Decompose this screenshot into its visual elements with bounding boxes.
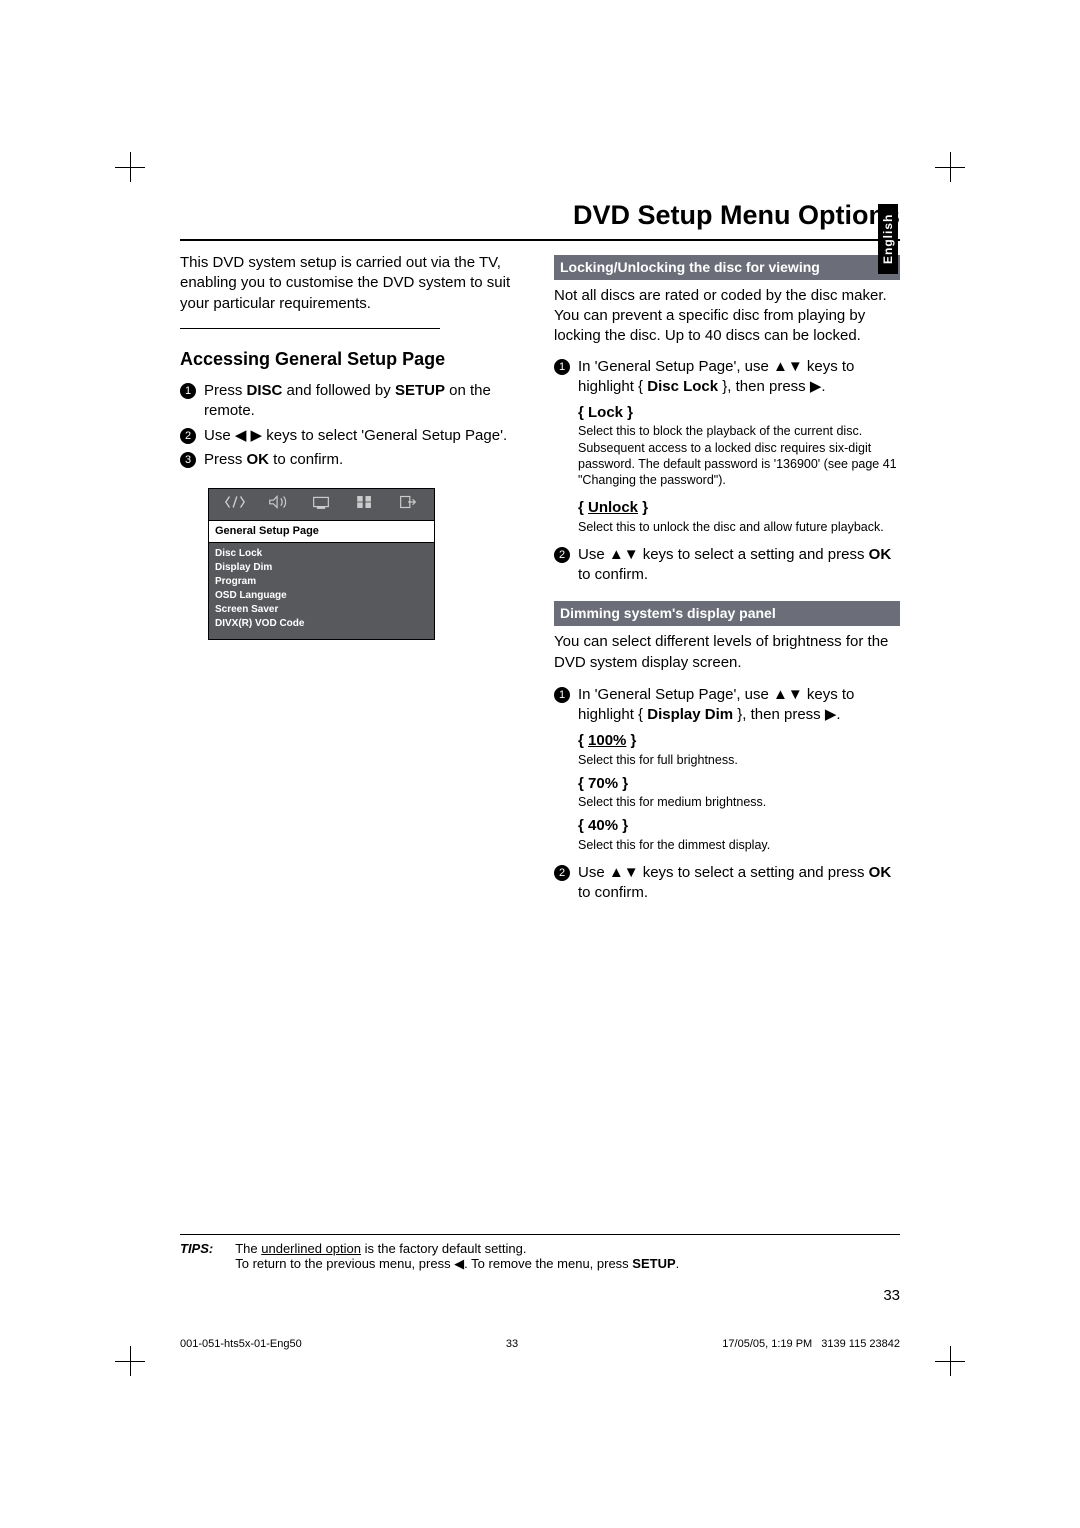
tips-body: The underlined option is the factory def…	[235, 1241, 900, 1272]
step-2: 2 Use ▲▼ keys to select a setting and pr…	[554, 545, 900, 586]
option-70-label: { 70% }	[578, 774, 900, 794]
step-2: 2 Use ◀ ▶ keys to select 'General Setup …	[180, 426, 526, 446]
osd-menu-items: Disc Lock Display Dim Program OSD Langua…	[209, 543, 434, 639]
intro-paragraph: This DVD system setup is carried out via…	[180, 253, 526, 314]
step-number-icon: 1	[554, 687, 570, 703]
language-tab: English	[878, 204, 898, 274]
section-rule	[180, 328, 440, 329]
crop-mark	[115, 152, 145, 182]
crop-mark	[115, 1346, 145, 1376]
page-title: DVD Setup Menu Options	[180, 200, 900, 231]
crop-mark	[935, 1346, 965, 1376]
osd-menu-preview: General Setup Page Disc Lock Display Dim…	[208, 488, 435, 640]
page-content: DVD Setup Menu Options English This DVD …	[180, 200, 900, 1328]
print-footer: 001-051-hts5x-01-Eng50 33 17/05/05, 1:19…	[180, 1338, 900, 1350]
option-unlock-desc: Select this to unlock the disc and allow…	[578, 519, 900, 535]
step-text: Press DISC and followed by SETUP on the …	[204, 381, 526, 422]
tips-box: TIPS: The underlined option is the facto…	[180, 1234, 900, 1272]
footer-file: 001-051-hts5x-01-Eng50	[180, 1338, 302, 1350]
footer-meta: 17/05/05, 1:19 PM 3139 115 23842	[722, 1338, 900, 1350]
menu-item: Program	[215, 575, 428, 589]
paragraph: Not all discs are rated or coded by the …	[554, 286, 900, 347]
section-heading: Accessing General Setup Page	[180, 347, 526, 371]
step-2: 2 Use ▲▼ keys to select a setting and pr…	[554, 863, 900, 904]
step-text: In 'General Setup Page', use ▲▼ keys to …	[578, 685, 900, 726]
step-text: In 'General Setup Page', use ▲▼ keys to …	[578, 357, 900, 398]
step-1: 1 In 'General Setup Page', use ▲▼ keys t…	[554, 357, 900, 398]
step-number-icon: 2	[554, 547, 570, 563]
osd-menu-title: General Setup Page	[209, 520, 434, 543]
option-40-label: { 40% }	[578, 816, 900, 836]
option-100-label: { 100% }	[578, 731, 900, 751]
menu-item: Disc Lock	[215, 547, 428, 561]
option-lock-label: { Lock }	[578, 403, 900, 423]
step-number-icon: 2	[180, 428, 196, 444]
title-rule	[180, 239, 900, 241]
option-unlock-label: { Unlock }	[578, 498, 900, 518]
step-number-icon: 1	[180, 383, 196, 399]
osd-tabs	[209, 489, 434, 520]
audio-icon	[267, 494, 289, 515]
menu-item: Screen Saver	[215, 603, 428, 617]
step-text: Use ▲▼ keys to select a setting and pres…	[578, 545, 900, 586]
step-1: 1 In 'General Setup Page', use ▲▼ keys t…	[554, 685, 900, 726]
option-lock-desc: Select this to block the playback of the…	[578, 423, 900, 488]
step-text: Use ▲▼ keys to select a setting and pres…	[578, 863, 900, 904]
step-3: 3 Press OK to confirm.	[180, 450, 526, 470]
paragraph: You can select different levels of brigh…	[554, 632, 900, 673]
settings-icon	[224, 494, 246, 515]
tips-label: TIPS:	[180, 1241, 213, 1272]
option-70-desc: Select this for medium brightness.	[578, 794, 900, 810]
step-text: Press OK to confirm.	[204, 450, 526, 470]
step-number-icon: 2	[554, 865, 570, 881]
right-column: Locking/Unlocking the disc for viewing N…	[554, 253, 900, 907]
left-column: This DVD system setup is carried out via…	[180, 253, 526, 907]
footer-page: 33	[506, 1338, 518, 1350]
step-number-icon: 3	[180, 452, 196, 468]
step-1: 1 Press DISC and followed by SETUP on th…	[180, 381, 526, 422]
exit-icon	[397, 494, 419, 515]
menu-item: DIVX(R) VOD Code	[215, 617, 428, 631]
menu-item: Display Dim	[215, 561, 428, 575]
grid-icon	[354, 494, 376, 515]
menu-item: OSD Language	[215, 589, 428, 603]
video-icon	[310, 494, 332, 515]
option-40-desc: Select this for the dimmest display.	[578, 837, 900, 853]
crop-mark	[935, 152, 965, 182]
step-text: Use ◀ ▶ keys to select 'General Setup Pa…	[204, 426, 526, 446]
subheading-dim: Dimming system's display panel	[554, 601, 900, 626]
step-number-icon: 1	[554, 359, 570, 375]
option-100-desc: Select this for full brightness.	[578, 752, 900, 768]
page-number: 33	[883, 1287, 900, 1304]
subheading-lock: Locking/Unlocking the disc for viewing	[554, 255, 900, 280]
